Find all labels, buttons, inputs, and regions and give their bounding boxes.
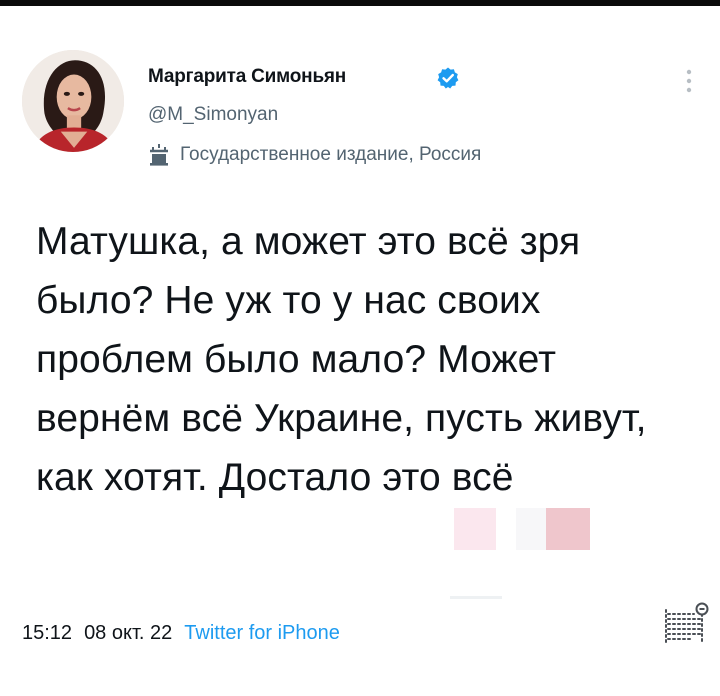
redacted-emoji xyxy=(454,508,496,550)
tweet-date[interactable]: 08 окт. 22 xyxy=(84,622,172,645)
more-options-icon[interactable] xyxy=(684,68,694,94)
tweet-footer: 15:12 08 окт. 22 Twitter for iPhone xyxy=(22,622,340,645)
top-edge-bar xyxy=(0,0,720,6)
government-label[interactable]: Государственное издание, Россия xyxy=(146,140,481,170)
verified-badge-icon xyxy=(437,67,459,89)
author-handle[interactable]: @M_Simonyan xyxy=(148,104,278,126)
government-label-icon xyxy=(150,144,168,166)
tweet-text: Матушка, а может это всё зря было? Не уж… xyxy=(36,220,647,499)
avatar[interactable] xyxy=(22,50,124,152)
redacted-emoji xyxy=(546,508,590,550)
faint-mark xyxy=(450,596,502,599)
tweet-source[interactable]: Twitter for iPhone xyxy=(184,622,340,645)
avatar-image xyxy=(22,50,124,152)
redacted-emoji xyxy=(516,508,548,550)
author-name[interactable]: Маргарита Симоньян xyxy=(148,66,346,88)
tweet-time[interactable]: 15:12 xyxy=(22,622,72,645)
reader-mode-icon[interactable] xyxy=(662,600,710,648)
government-label-text: Государственное издание, Россия xyxy=(180,144,482,165)
